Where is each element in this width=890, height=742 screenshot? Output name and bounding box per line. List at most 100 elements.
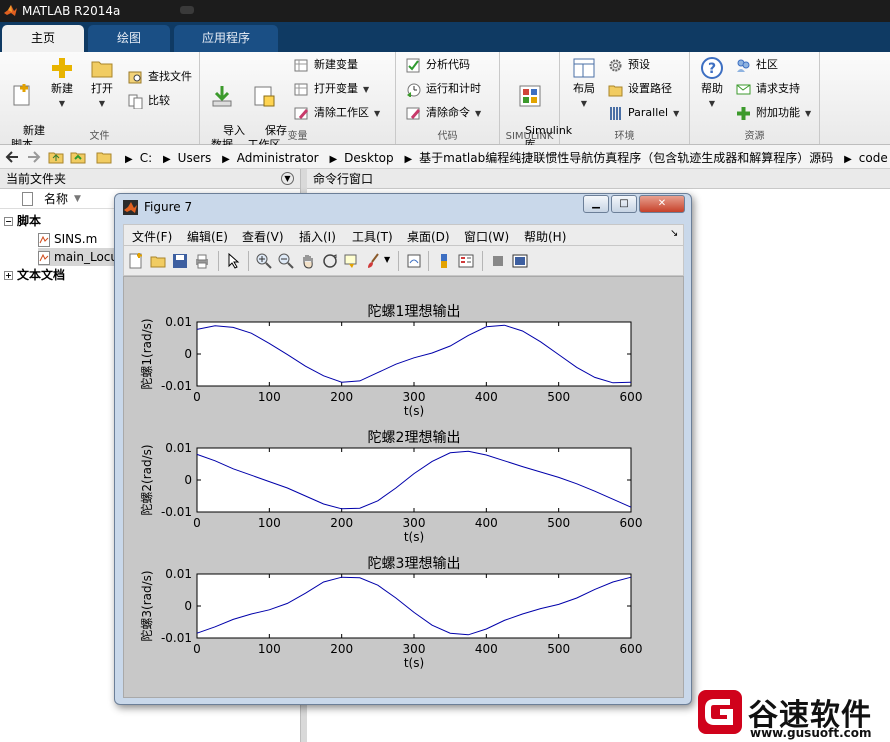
breadcrumb-code[interactable]: code: [859, 151, 888, 165]
open-variable-button[interactable]: 打开变量 ▼: [294, 80, 369, 98]
pan-hand-icon[interactable]: [300, 253, 316, 269]
legend-icon[interactable]: [458, 253, 474, 269]
figure-window[interactable]: Figure 7 ▁ □ ✕ 文件(F) 编辑(E) 查看(V) 插入(I) 工…: [114, 193, 692, 705]
link-plot-icon[interactable]: [406, 253, 422, 269]
menu-undock-icon[interactable]: ↘: [670, 228, 678, 239]
new-variable-icon: [294, 59, 308, 72]
list-item[interactable]: main_Locu: [38, 248, 118, 266]
analyze-code-button[interactable]: 分析代码: [406, 56, 470, 74]
pointer-arrow-icon[interactable]: [226, 253, 242, 269]
up-folder-icon[interactable]: [48, 149, 64, 165]
clear-workspace-dropdown-icon[interactable]: ▼: [374, 109, 380, 118]
close-button[interactable]: ✕: [639, 195, 685, 213]
menu-window[interactable]: 窗口(W): [464, 228, 509, 245]
addons-dropdown-icon[interactable]: ▼: [805, 109, 811, 118]
zoom-out-icon[interactable]: [278, 253, 294, 269]
breadcrumb-desktop[interactable]: Desktop: [344, 151, 394, 165]
figure-title: Figure 7: [144, 200, 193, 214]
new-button[interactable]: 新建 ▼: [42, 56, 82, 111]
save-icon[interactable]: [172, 253, 188, 269]
forward-arrow-icon[interactable]: [26, 149, 42, 165]
menu-desktop[interactable]: 桌面(D): [407, 228, 450, 245]
help-icon: ?: [701, 57, 723, 79]
analyze-code-label: 分析代码: [426, 58, 470, 71]
compare-button[interactable]: 比较: [128, 92, 170, 110]
figure-titlebar[interactable]: Figure 7 ▁ □ ✕: [115, 194, 691, 220]
figure-canvas[interactable]: 0 100 200 300 400 500 600 0.01 0 -0.01 陀螺1理想输出 t(s)…: [123, 276, 684, 698]
clear-workspace-button[interactable]: 清除工作区 ▼: [294, 104, 380, 122]
show-plot-tools-icon[interactable]: [512, 253, 528, 269]
list-item[interactable]: SINS.m: [38, 230, 97, 248]
run-and-time-button[interactable]: 运行和计时: [406, 80, 481, 98]
help-button[interactable]: ? 帮助 ▼: [692, 56, 732, 111]
data-cursor-icon[interactable]: [344, 253, 360, 269]
panel-actions-icon[interactable]: ▼: [281, 172, 294, 185]
minimize-button[interactable]: ▁: [583, 195, 609, 213]
find-files-label: 查找文件: [148, 70, 192, 83]
y-tick-label-3: 0.01: [165, 567, 192, 581]
x-tick-label-2: 400: [475, 516, 498, 530]
y-tick-label-2: 0.01: [165, 441, 192, 455]
expand-icon[interactable]: +: [4, 271, 13, 280]
zoom-in-icon[interactable]: [256, 253, 272, 269]
menu-view[interactable]: 查看(V): [242, 228, 284, 245]
print-icon[interactable]: [194, 253, 210, 269]
menu-insert[interactable]: 插入(I): [299, 228, 336, 245]
parallel-button[interactable]: Parallel ▼: [608, 104, 679, 122]
sort-arrow-icon[interactable]: ▼: [74, 189, 81, 209]
breadcrumb-users[interactable]: Users: [178, 151, 212, 165]
rotate-3d-icon[interactable]: [322, 253, 338, 269]
breadcrumb-project-folder[interactable]: 基于matlab编程纯捷联惯性导航仿真程序（包含轨迹生成器和解算程序）源码: [419, 151, 833, 165]
browse-folder-icon[interactable]: [70, 149, 86, 165]
set-path-button[interactable]: 设置路径: [608, 80, 672, 98]
open-variable-dropdown-icon[interactable]: ▼: [363, 85, 369, 94]
preferences-button[interactable]: 预设: [608, 56, 650, 74]
new-dropdown-icon[interactable]: ▼: [59, 99, 65, 108]
addons-button[interactable]: 附加功能 ▼: [736, 104, 811, 122]
request-support-button[interactable]: 请求支持: [736, 80, 800, 98]
tab-home[interactable]: 主页: [2, 25, 84, 52]
colorbar-icon[interactable]: [436, 253, 452, 269]
breadcrumb-drive[interactable]: C:: [140, 151, 152, 165]
tree-group-text-docs[interactable]: + 文本文档: [4, 266, 65, 284]
plot-area-1: [196, 321, 632, 387]
x-tick-label-1: 0: [193, 390, 201, 404]
breadcrumb-administrator[interactable]: Administrator: [237, 151, 319, 165]
new-figure-icon[interactable]: [128, 253, 144, 269]
menu-tools[interactable]: 工具(T): [352, 228, 393, 245]
menu-file[interactable]: 文件(F): [132, 228, 172, 245]
brush-icon[interactable]: [366, 253, 382, 269]
app-titlebar: MATLAB R2014a: [0, 0, 890, 22]
community-button[interactable]: 社区: [736, 56, 778, 74]
new-variable-button[interactable]: 新建变量: [294, 56, 358, 74]
hide-plot-tools-icon[interactable]: [490, 253, 506, 269]
clear-commands-dropdown-icon[interactable]: ▼: [475, 109, 481, 118]
clear-workspace-label: 清除工作区: [314, 106, 369, 119]
brush-dropdown-icon[interactable]: ▼: [384, 255, 390, 264]
tree-group-scripts[interactable]: − 脚本: [4, 212, 41, 230]
find-files-button[interactable]: 查找文件: [128, 68, 192, 86]
m-file-icon: [38, 232, 50, 247]
open-button[interactable]: 打开 ▼: [82, 56, 122, 111]
new-label: 新建: [51, 82, 73, 95]
menu-help[interactable]: 帮助(H): [524, 228, 566, 245]
tab-apps[interactable]: 应用程序: [174, 25, 278, 52]
layout-button[interactable]: 布局 ▼: [564, 56, 604, 111]
simulink-icon: [519, 85, 541, 107]
layout-dropdown-icon[interactable]: ▼: [581, 99, 587, 108]
addons-plus-icon: [737, 107, 750, 120]
back-arrow-icon[interactable]: [4, 149, 20, 165]
maximize-button[interactable]: □: [611, 195, 637, 213]
root-folder-icon[interactable]: [96, 149, 112, 165]
open-file-icon[interactable]: [150, 253, 166, 269]
x-tick-label-2: 0: [193, 516, 201, 530]
open-dropdown-icon[interactable]: ▼: [99, 99, 105, 108]
x-tick-label-3: 0: [193, 642, 201, 656]
collapse-icon[interactable]: −: [4, 217, 13, 226]
tab-plots[interactable]: 绘图: [88, 25, 170, 52]
menu-edit[interactable]: 编辑(E): [187, 228, 228, 245]
clear-commands-button[interactable]: 清除命令 ▼: [406, 104, 481, 122]
figure-plots[interactable]: 0 100 200 300 400 500 6000.010-0.01陀螺1理想输出t(s)…: [124, 277, 683, 697]
parallel-dropdown-icon[interactable]: ▼: [673, 109, 679, 118]
help-dropdown-icon[interactable]: ▼: [709, 99, 715, 108]
